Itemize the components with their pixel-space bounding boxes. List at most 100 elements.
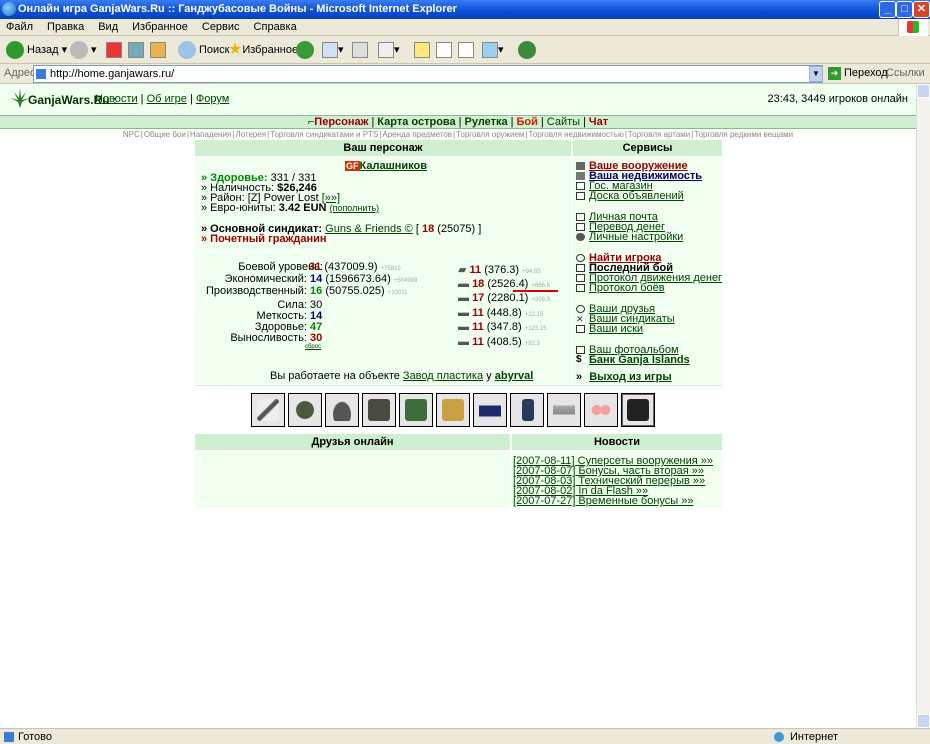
nav-character[interactable]: Персонаж bbox=[314, 116, 368, 128]
euro-value: 3.42 EUN bbox=[278, 202, 327, 214]
boots-icon[interactable] bbox=[436, 393, 470, 427]
tool-k-button[interactable] bbox=[436, 40, 452, 60]
mail-icon bbox=[322, 42, 338, 59]
svc-battle-log[interactable]: Протокол боёв bbox=[576, 282, 665, 294]
note-button[interactable] bbox=[414, 40, 430, 60]
subnav-weapons[interactable]: Торговля оружием bbox=[456, 130, 524, 139]
subnav-rare[interactable]: Торговля редкими вещами bbox=[694, 130, 793, 139]
gloves-icon[interactable] bbox=[547, 393, 581, 427]
svc-bank[interactable]: $ Банк Ganja Islands bbox=[576, 354, 690, 366]
shotgun-skill-icon: ▬ bbox=[458, 307, 469, 319]
refresh-button[interactable] bbox=[128, 40, 144, 60]
svc-settings[interactable]: Личные настройки bbox=[576, 231, 683, 243]
subnav-arts[interactable]: Торговля артами bbox=[628, 130, 690, 139]
menu-file[interactable]: Файл bbox=[6, 21, 33, 33]
edit-icon bbox=[378, 42, 394, 59]
home-button[interactable] bbox=[150, 40, 166, 60]
address-input[interactable]: http://home.ganjawars.ru/ bbox=[33, 65, 823, 83]
helmet-icon[interactable] bbox=[325, 393, 359, 427]
favorites-button[interactable]: ★Избранное bbox=[228, 40, 298, 60]
menu-edit[interactable]: Правка bbox=[47, 21, 84, 33]
search-button[interactable]: Поиск bbox=[178, 40, 229, 60]
glasses-icon[interactable] bbox=[584, 393, 618, 427]
nav-battle[interactable]: Бой bbox=[517, 116, 538, 128]
close-button[interactable]: ✕ bbox=[913, 1, 930, 18]
forward-button[interactable]: ▾ bbox=[70, 40, 97, 60]
syndicate-link[interactable]: Guns & Friends © bbox=[325, 223, 413, 235]
mail-button[interactable]: ▾ bbox=[322, 40, 344, 60]
stats-reset-link[interactable]: сброс bbox=[305, 344, 321, 350]
page-status-icon bbox=[4, 732, 14, 742]
edit-button[interactable]: ▾ bbox=[378, 40, 400, 60]
print-button[interactable] bbox=[352, 40, 368, 60]
maximize-button[interactable]: □ bbox=[896, 1, 913, 18]
scroll-up-button[interactable] bbox=[917, 84, 930, 98]
phone-icon[interactable] bbox=[510, 393, 544, 427]
euro-topup-link[interactable]: (пополнить) bbox=[330, 203, 380, 213]
settings-icon bbox=[576, 233, 585, 242]
online-counter: 23:43, 3449 игроков онлайн bbox=[767, 93, 908, 105]
menu-view[interactable]: Вид bbox=[98, 21, 118, 33]
scroll-down-button[interactable] bbox=[917, 714, 930, 728]
menu-favorites[interactable]: Избранное bbox=[132, 21, 188, 33]
news-item[interactable]: [2007-07-27] Временные бонусы »» bbox=[513, 495, 694, 507]
ganja-leaf-icon bbox=[11, 88, 29, 108]
level-economic: 14 (1596673.64) +504999 bbox=[310, 273, 418, 285]
work-owner-link[interactable]: abyrval bbox=[495, 370, 534, 382]
nav-sites[interactable]: Сайты bbox=[547, 116, 580, 128]
go-button[interactable]: ➜ Переход bbox=[828, 67, 888, 80]
subnav-battles[interactable]: Общие бои bbox=[144, 130, 186, 139]
grenade-icon[interactable] bbox=[288, 393, 322, 427]
heavy-gun-icon: ▬ bbox=[458, 292, 469, 304]
nav-map[interactable]: Карта острова bbox=[377, 116, 455, 128]
laptop-icon[interactable] bbox=[621, 393, 655, 427]
rifle-auto-icon: ▬ bbox=[458, 278, 469, 290]
link-about[interactable]: Об игре bbox=[147, 93, 187, 105]
status-text: Готово bbox=[18, 731, 52, 743]
messenger-button[interactable]: ▾ bbox=[482, 40, 504, 60]
level-combat: 31 (437009.9) +75812 bbox=[309, 261, 401, 273]
nav-roulette[interactable]: Рулетка bbox=[465, 116, 508, 128]
subnav-attacks[interactable]: Нападения bbox=[190, 130, 231, 139]
shop-icon bbox=[576, 182, 585, 191]
link-forum[interactable]: Форум bbox=[196, 93, 229, 105]
subnav-rent[interactable]: Аренда предметов bbox=[382, 130, 452, 139]
svc-board[interactable]: Доска объявлений bbox=[576, 190, 684, 202]
house-icon bbox=[576, 172, 585, 181]
svc-exit[interactable]: » Выход из игры bbox=[576, 371, 672, 383]
address-dropdown[interactable]: ▼ bbox=[809, 66, 823, 82]
tool-doc-button[interactable] bbox=[458, 40, 474, 60]
subnav-syndicates[interactable]: Торговля синдикатами и PTS bbox=[270, 130, 378, 139]
flower-icon bbox=[518, 41, 536, 60]
camo-suit-icon[interactable] bbox=[399, 393, 433, 427]
subnav-npc[interactable]: NPC bbox=[123, 130, 140, 139]
nav-chat[interactable]: Чат bbox=[589, 116, 608, 128]
character-panel-head: Ваш персонаж bbox=[195, 140, 571, 156]
link-news[interactable]: Новости bbox=[95, 93, 138, 105]
vertical-scrollbar[interactable] bbox=[916, 84, 930, 728]
extra-button[interactable] bbox=[518, 40, 539, 60]
menu-help[interactable]: Справка bbox=[254, 21, 297, 33]
level-label-combat: Боевой уровень: bbox=[238, 261, 323, 273]
subnav-realty[interactable]: Торговля недвижимостью bbox=[529, 130, 624, 139]
links-button[interactable]: Ссылки bbox=[886, 67, 925, 79]
search-player-icon bbox=[576, 254, 585, 263]
friends-panel-head: Друзья онлайн bbox=[195, 434, 510, 450]
sniper-icon: ▬ bbox=[458, 321, 469, 333]
menu-tools[interactable]: Сервис bbox=[202, 21, 240, 33]
skill-grenade: ▬ 11 (408.5) +82.5 bbox=[458, 336, 540, 348]
messenger-icon bbox=[482, 42, 498, 59]
work-object-link[interactable]: Завод пластика bbox=[403, 370, 483, 382]
stat-label-endurance: Выносливость: bbox=[230, 332, 307, 344]
character-name-link[interactable]: Калашников bbox=[360, 160, 428, 172]
minimize-button[interactable]: _ bbox=[879, 1, 896, 18]
svc-claims[interactable]: Ваши иски bbox=[576, 323, 643, 335]
history-button[interactable] bbox=[296, 40, 317, 60]
car-icon[interactable] bbox=[473, 393, 507, 427]
back-button[interactable]: Назад ▾ bbox=[6, 40, 67, 60]
page-icon bbox=[36, 69, 46, 79]
armor-vest-icon[interactable] bbox=[362, 393, 396, 427]
shotgun-icon[interactable] bbox=[251, 393, 285, 427]
stop-button[interactable] bbox=[106, 40, 122, 60]
subnav-lottery[interactable]: Лотерея bbox=[235, 130, 266, 139]
